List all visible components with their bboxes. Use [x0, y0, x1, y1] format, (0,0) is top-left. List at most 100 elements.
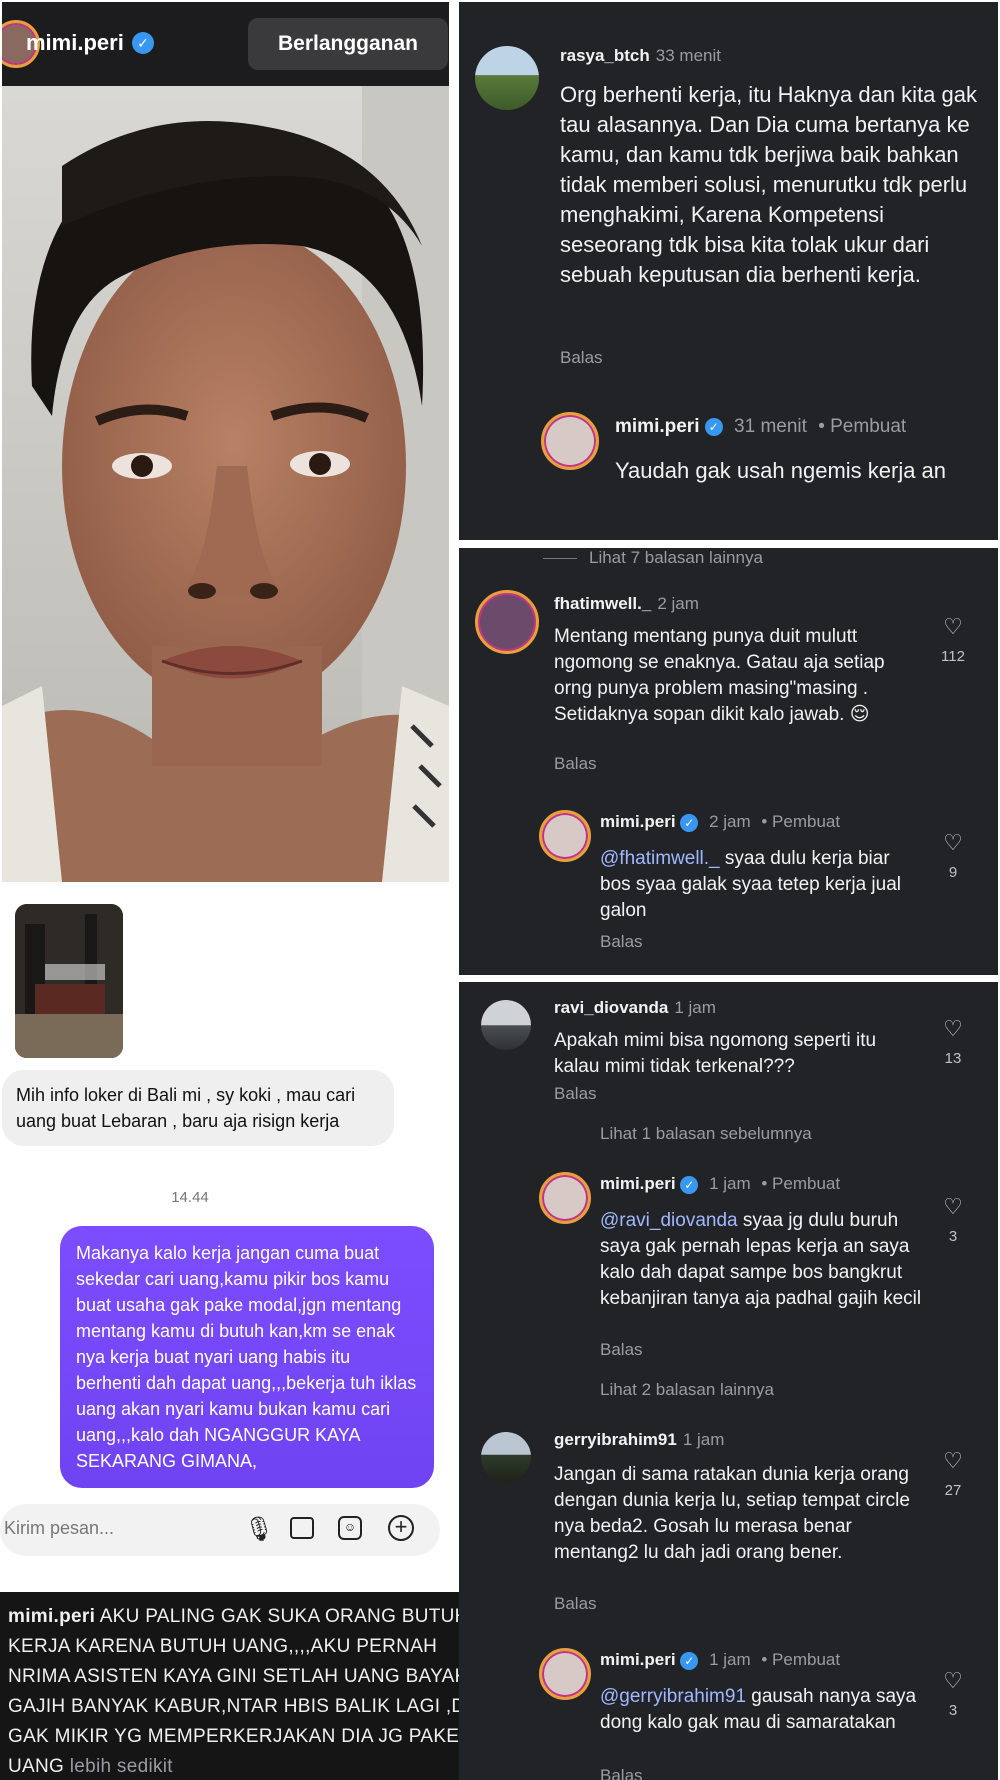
comment-text: Jangan di sama ratakan dunia kerja orang…: [554, 1464, 910, 1563]
verified-badge-icon: ✓: [704, 417, 723, 436]
reply-text: @ravi_diovanda syaa jg dulu buruh saya g…: [600, 1208, 930, 1312]
like-heart-icon[interactable]: ♡: [939, 614, 967, 640]
view-more-label: Lihat 7 balasan lainnya: [589, 548, 763, 567]
creator-label: • Pembuat: [761, 1650, 841, 1669]
video-panel: mimi.peri ✓ Berlangganan: [2, 2, 449, 882]
like-count: 112: [941, 648, 965, 665]
shared-image-thumbnail[interactable]: [15, 904, 123, 1058]
username-text[interactable]: rasya_btch: [560, 46, 650, 65]
gerry-avatar[interactable]: [481, 1432, 531, 1482]
reply-button[interactable]: Balas: [554, 754, 597, 774]
username-text[interactable]: mimi.peri: [615, 416, 699, 437]
view-more-replies[interactable]: Lihat 2 balasan lainnya: [600, 1380, 774, 1400]
subscribe-label: Berlangganan: [277, 32, 419, 55]
mention-link[interactable]: @gerryibrahim91: [600, 1686, 746, 1707]
message-composer: Kirim pesan... 🎙 ☺ +: [0, 1504, 440, 1556]
mention-link[interactable]: @fhatimwell._: [600, 848, 720, 869]
view-more-replies[interactable]: Lihat 7 balasan lainnya: [543, 548, 763, 568]
creator-label: • Pembuat: [761, 1174, 841, 1193]
username-text[interactable]: mimi.peri: [600, 812, 676, 831]
mention-link[interactable]: @ravi_diovanda: [600, 1210, 738, 1231]
profile-username[interactable]: mimi.peri: [26, 30, 124, 56]
received-message-bubble[interactable]: Mih info loker di Bali mi , sy koki , ma…: [2, 1070, 394, 1146]
reply-username[interactable]: mimi.peri ✓ 1 jam • Pembuat: [600, 1650, 840, 1670]
rasya-avatar[interactable]: [475, 46, 539, 110]
add-icon[interactable]: +: [388, 1515, 414, 1541]
username-text[interactable]: mimi.peri: [600, 1174, 676, 1193]
comment-username[interactable]: gerryibrahim91 1 jam: [554, 1430, 724, 1450]
sent-message-bubble[interactable]: Makanya kalo kerja jangan cuma buat seke…: [60, 1226, 434, 1488]
verified-badge-icon: ✓: [132, 32, 154, 54]
sticker-icon[interactable]: ☺: [338, 1516, 362, 1540]
microphone-icon[interactable]: 🎙: [244, 1515, 274, 1544]
fhatimwell-avatar[interactable]: [475, 590, 539, 654]
creator-label: • Pembuat: [761, 812, 841, 831]
username-text[interactable]: fhatimwell._: [554, 594, 651, 613]
view-prev-label: Lihat 1 balasan sebelumnya: [600, 1124, 812, 1143]
verified-badge-icon: ✓: [680, 1651, 699, 1670]
video-header: mimi.peri ✓ Berlangganan: [2, 2, 449, 86]
caption-more-link[interactable]: lebih sedikit: [70, 1756, 173, 1777]
reply-username[interactable]: mimi.peri ✓ 2 jam • Pembuat: [600, 812, 840, 832]
reply-button[interactable]: Balas: [600, 932, 643, 952]
reply-text: @fhatimwell._ syaa dulu kerja biar bos s…: [600, 846, 910, 924]
reply-button[interactable]: Balas: [554, 1084, 597, 1104]
reply-button[interactable]: Balas: [560, 348, 603, 368]
like-count: 13: [944, 1050, 962, 1067]
like-heart-icon[interactable]: ♡: [939, 830, 967, 856]
comment-time: 1 jam: [682, 1430, 725, 1449]
mimi-avatar[interactable]: [541, 412, 599, 470]
username-text[interactable]: gerryibrahim91: [554, 1430, 677, 1449]
comments-panel-2: Lihat 7 balasan lainnya fhatimwell._ 2 ja…: [459, 548, 998, 975]
subscribe-button[interactable]: Berlangganan: [248, 18, 448, 70]
reply-username[interactable]: mimi.peri ✓ 31 menit • Pembuat: [615, 416, 906, 438]
like-heart-icon[interactable]: ♡: [939, 1016, 967, 1042]
caption-body: AKU PALING GAK SUKA ORANG BUTUH KERJA KA…: [8, 1606, 483, 1777]
view-previous-replies[interactable]: Lihat 1 balasan sebelumnya: [554, 1124, 812, 1144]
like-count: 3: [948, 1228, 958, 1245]
comments-panel-1: rasya_btch 33 menit Org berhenti kerja, i…: [459, 2, 998, 540]
reply-time: 1 jam: [709, 1174, 751, 1193]
like-count: 27: [944, 1482, 962, 1499]
verified-badge-icon: ✓: [680, 813, 699, 832]
mimi-avatar[interactable]: [539, 1172, 591, 1224]
caption-panel: mimi.peri AKU PALING GAK SUKA ORANG BUTU…: [0, 1592, 514, 1780]
comment-text: Mentang mentang punya duit mulutt ngomon…: [554, 626, 885, 725]
caption-text: mimi.peri AKU PALING GAK SUKA ORANG BUTU…: [8, 1602, 494, 1780]
comments-panel-3: ravi_diovanda 1 jam Apakah mimi bisa ngom…: [459, 982, 998, 1780]
caption-username[interactable]: mimi.peri: [8, 1606, 95, 1627]
comment-username[interactable]: ravi_diovanda 1 jam: [554, 998, 716, 1018]
reply-button[interactable]: Balas: [600, 1766, 643, 1780]
mimi-avatar[interactable]: [539, 810, 591, 862]
comment-time: 1 jam: [674, 998, 716, 1017]
username-text[interactable]: mimi.peri: [600, 1650, 676, 1669]
mimi-avatar[interactable]: [539, 1648, 591, 1700]
gallery-icon[interactable]: [290, 1517, 314, 1539]
shared-image-graphic: [15, 904, 123, 1058]
verified-badge-icon: ✓: [680, 1175, 699, 1194]
selfie-photo: [2, 86, 449, 882]
reply-text: Yaudah gak usah ngemis kerja an: [615, 458, 947, 483]
like-count: 3: [948, 1702, 958, 1719]
comment-text: Org berhenti kerja, itu Haknya dan kita …: [560, 82, 978, 287]
comment-time: 33 menit: [655, 46, 721, 65]
reply-time: 1 jam: [709, 1650, 751, 1669]
reply-button[interactable]: Balas: [554, 1594, 597, 1614]
reply-time: 2 jam: [709, 812, 751, 831]
reply-username[interactable]: mimi.peri ✓ 1 jam • Pembuat: [600, 1174, 840, 1194]
like-heart-icon[interactable]: ♡: [939, 1668, 967, 1694]
comment-text: Apakah mimi bisa ngomong seperti itu kal…: [554, 1030, 877, 1077]
comment-username[interactable]: fhatimwell._ 2 jam: [554, 594, 699, 614]
sent-message-text: Makanya kalo kerja jangan cuma buat seke…: [76, 1243, 417, 1471]
comment-username[interactable]: rasya_btch 33 menit: [560, 46, 721, 66]
like-heart-icon[interactable]: ♡: [939, 1194, 967, 1220]
message-input[interactable]: Kirim pesan...: [4, 1518, 114, 1539]
dm-panel: Mih info loker di Bali mi , sy koki , ma…: [0, 892, 449, 1592]
like-heart-icon[interactable]: ♡: [939, 1448, 967, 1474]
view-more-label: Lihat 2 balasan lainnya: [600, 1380, 774, 1399]
ravi-avatar[interactable]: [481, 1000, 531, 1050]
username-text[interactable]: ravi_diovanda: [554, 998, 668, 1017]
creator-label: • Pembuat: [818, 416, 907, 437]
reply-button[interactable]: Balas: [600, 1340, 643, 1360]
received-message-text: Mih info loker di Bali mi , sy koki , ma…: [16, 1085, 356, 1131]
